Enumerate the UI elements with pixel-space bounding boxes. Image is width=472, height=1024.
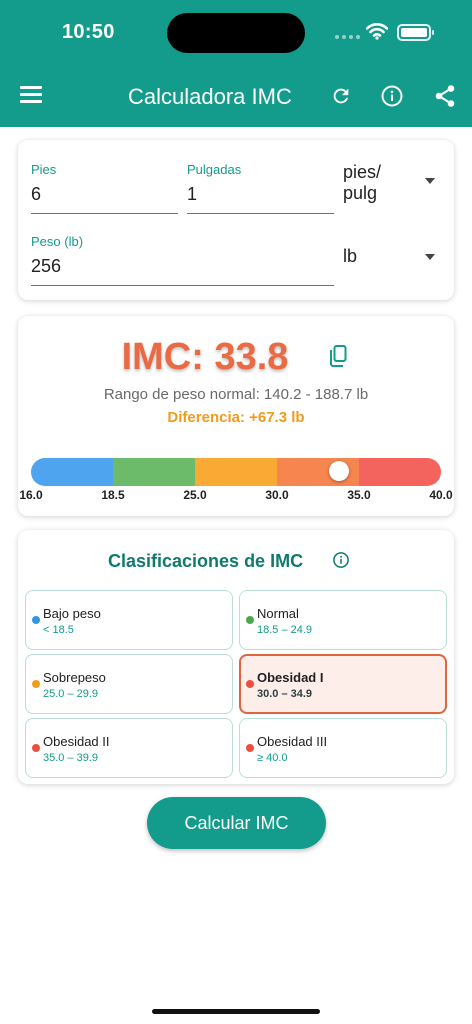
input-card: Pies 6 Pulgadas 1 pies/ pulg Peso (lb) 2… — [18, 140, 454, 300]
feet-input[interactable]: 6 — [31, 184, 41, 205]
dynamic-island — [167, 13, 305, 53]
classification-dot-icon — [32, 680, 40, 688]
classification-range: 18.5 – 24.9 — [257, 624, 313, 636]
weight-unit-value: lb — [343, 246, 358, 266]
home-indicator — [152, 1009, 320, 1014]
copy-icon[interactable] — [327, 344, 349, 368]
bmi-scale-tick: 25.0 — [183, 488, 207, 502]
inches-underline — [187, 212, 334, 214]
battery-icon — [397, 24, 434, 41]
page-title: Calculadora IMC — [128, 84, 292, 109]
bmi-scale-tick: 35.0 — [347, 488, 371, 502]
classification-card: Clasificaciones de IMC Bajo peso < 18.5 No… — [18, 530, 454, 784]
weight-unit-dropdown[interactable]: lb — [343, 246, 435, 267]
share-icon[interactable] — [434, 84, 456, 108]
length-unit-dropdown[interactable]: pies/ pulg — [343, 162, 435, 204]
chevron-down-icon — [425, 254, 435, 260]
classification-dot-icon — [32, 616, 40, 624]
wifi-icon — [366, 23, 388, 40]
inches-input[interactable]: 1 — [187, 184, 197, 205]
classification-dot-icon — [246, 616, 254, 624]
classification-name: Sobrepeso — [43, 670, 106, 685]
weight-field[interactable]: Peso (lb) 256 — [31, 234, 334, 286]
classification-item[interactable]: Sobrepeso 25.0 – 29.9 — [25, 654, 233, 714]
classification-dot-icon — [246, 680, 254, 688]
classification-range: 25.0 – 29.9 — [43, 688, 99, 700]
classification-item[interactable]: Obesidad II 35.0 – 39.9 — [25, 718, 233, 778]
feet-field[interactable]: Pies 6 — [31, 162, 178, 214]
classification-item[interactable]: Obesidad I 30.0 – 34.9 — [239, 654, 447, 714]
bmi-scale-segment — [31, 458, 113, 486]
feet-underline — [31, 212, 178, 214]
classification-range: ≥ 40.0 — [257, 752, 288, 764]
normal-weight-range: Rango de peso normal: 140.2 - 188.7 lb — [103, 386, 369, 403]
bmi-scale-tick: 40.0 — [429, 488, 453, 502]
classification-dot-icon — [246, 744, 254, 752]
bmi-scale-tick: 16.0 — [19, 488, 43, 502]
feet-label: Pies — [31, 162, 57, 177]
classification-name: Bajo peso — [43, 606, 101, 621]
classification-name: Normal — [257, 606, 299, 621]
weight-underline — [31, 284, 334, 286]
calculate-button[interactable]: Calcular IMC — [147, 797, 326, 849]
classification-item[interactable]: Normal 18.5 – 24.9 — [239, 590, 447, 650]
inches-field[interactable]: Pulgadas 1 — [187, 162, 334, 214]
classification-item[interactable]: Obesidad III ≥ 40.0 — [239, 718, 447, 778]
bmi-scale-tick: 18.5 — [101, 488, 125, 502]
bmi-scale-segment — [359, 458, 441, 486]
classification-name: Obesidad II — [43, 734, 110, 749]
info-icon[interactable] — [380, 84, 404, 108]
refresh-icon[interactable] — [330, 85, 352, 107]
app-header: 10:50 Calculadora IMC — [0, 0, 472, 127]
bmi-scale-tick: 30.0 — [265, 488, 289, 502]
bmi-scale-bar — [31, 458, 441, 486]
result-card: IMC: 33.8 Rango de peso normal: 140.2 - … — [18, 316, 454, 516]
classification-dot-icon — [32, 744, 40, 752]
classification-name: Obesidad I — [257, 670, 324, 685]
classification-range: 30.0 – 34.9 — [257, 688, 313, 700]
length-unit-value: pies/ pulg — [343, 162, 382, 203]
bmi-scale-segment — [195, 458, 277, 486]
weight-difference: Diferencia: +67.3 lb — [167, 409, 305, 426]
cellular-signal-icon — [335, 35, 360, 39]
classification-range: 35.0 – 39.9 — [43, 752, 99, 764]
classification-item[interactable]: Bajo peso < 18.5 — [25, 590, 233, 650]
inches-label: Pulgadas — [187, 162, 242, 177]
classification-name: Obesidad III — [257, 734, 328, 749]
weight-input[interactable]: 256 — [31, 256, 61, 277]
info-icon[interactable] — [332, 551, 350, 569]
chevron-down-icon — [425, 178, 435, 184]
weight-label: Peso (lb) — [31, 234, 84, 249]
status-time: 10:50 — [62, 21, 115, 43]
classification-title: Clasificaciones de IMC — [108, 551, 304, 571]
classification-range: < 18.5 — [43, 624, 74, 636]
bmi-scale-segment — [113, 458, 195, 486]
menu-icon[interactable] — [20, 86, 42, 104]
